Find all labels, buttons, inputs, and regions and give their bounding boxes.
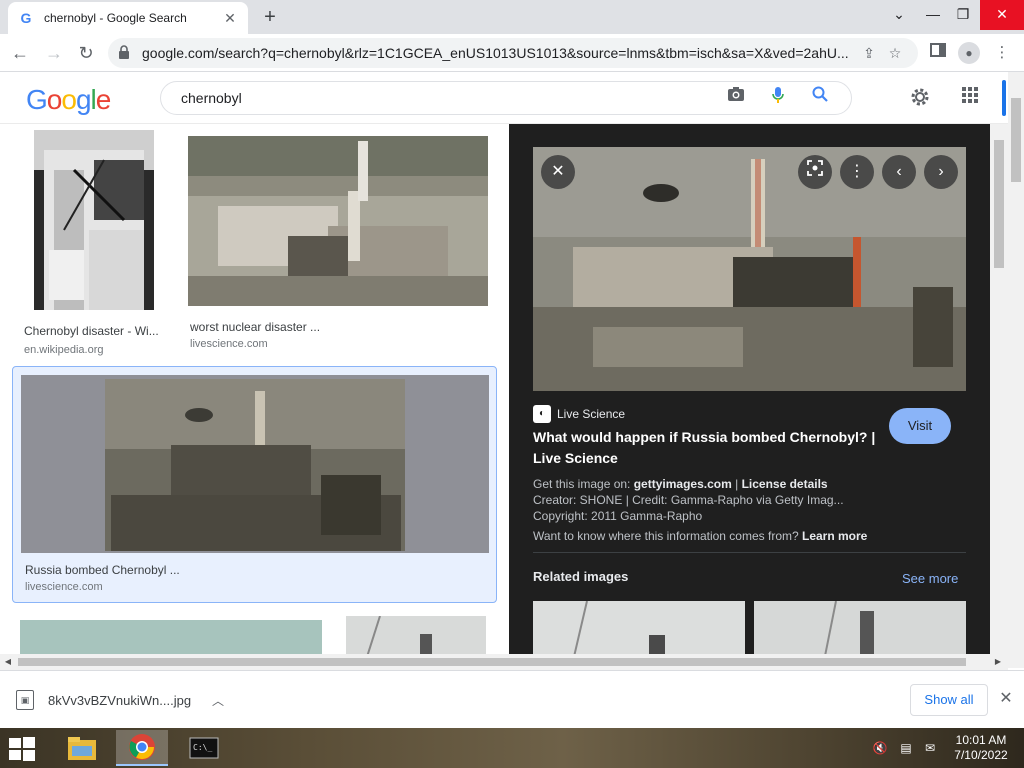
close-icon[interactable]: ✕ <box>996 689 1016 709</box>
system-clock[interactable]: 10:01 AM 7/10/2022 <box>944 733 1018 763</box>
chevron-right-icon[interactable]: › <box>924 155 958 189</box>
image-file-icon: ▣ <box>16 690 34 710</box>
camera-icon[interactable] <box>715 86 757 110</box>
browser-tab-active[interactable]: G chernobyl - Google Search ✕ <box>8 2 248 34</box>
chevron-up-icon[interactable]: ︿ <box>208 692 228 709</box>
related-image[interactable] <box>533 601 745 654</box>
lock-icon[interactable] <box>118 44 132 62</box>
download-bar: ▣ 8kVv3vBZVnukiWn....jpg ︿ Show all ✕ <box>0 670 1024 728</box>
result-source[interactable]: livescience.com <box>25 581 103 593</box>
visit-button[interactable]: Visit <box>889 408 951 444</box>
related-images-heading: Related images <box>533 569 629 584</box>
image-results-grid: Chernobyl disaster - Wi... en.wikipedia.… <box>0 124 508 654</box>
image-result[interactable]: Chernobyl disaster - Wi... en.wikipedia.… <box>20 130 168 356</box>
network-icon[interactable]: ▤ <box>898 740 914 756</box>
tab-title: chernobyl - Google Search <box>44 11 187 25</box>
preview-scrollbar-thumb[interactable] <box>994 140 1004 268</box>
preview-source-name: Live Science <box>557 407 626 421</box>
profile-avatar-icon[interactable]: ● <box>958 42 980 64</box>
page-scrollbar-thumb[interactable] <box>1011 98 1021 182</box>
chevron-down-icon[interactable]: ⌄ <box>882 0 916 30</box>
license-details-link[interactable]: License details <box>742 477 828 491</box>
result-title[interactable]: Russia bombed Chernobyl ... <box>25 563 485 577</box>
horizontal-scrollbar[interactable]: ◀ ▶ <box>0 654 1008 670</box>
chrome-icon[interactable] <box>116 730 168 766</box>
image-result[interactable] <box>20 620 322 654</box>
get-image-line: Get this image on: gettyimages.com | Lic… <box>533 477 828 491</box>
result-thumbnail[interactable] <box>34 130 154 310</box>
chevron-left-icon[interactable]: ‹ <box>882 155 916 189</box>
preview-source[interactable]: ◐ Live Science <box>533 405 625 423</box>
address-bar[interactable]: google.com/search?q=chernobyl&rlz=1C1GCE… <box>108 38 918 68</box>
related-image[interactable] <box>754 601 966 654</box>
result-source[interactable]: en.wikipedia.org <box>24 344 104 356</box>
action-center-icon[interactable]: ✉ <box>922 740 938 756</box>
image-preview-panel: ✕ ⋮ ‹ › ◐ Live Science What would happen… <box>509 124 990 654</box>
scroll-left-icon[interactable]: ◀ <box>0 654 16 670</box>
arrow-right-icon[interactable]: → <box>42 41 66 65</box>
result-thumbnail[interactable] <box>188 136 488 306</box>
preview-title[interactable]: What would happen if Russia bombed Chern… <box>533 427 883 469</box>
scroll-right-icon[interactable]: ▶ <box>990 654 1006 670</box>
result-title[interactable]: Chernobyl disaster - Wi... <box>24 324 164 338</box>
result-title[interactable]: worst nuclear disaster ... <box>190 320 480 334</box>
volume-muted-icon[interactable]: 🔇 <box>872 740 888 756</box>
browser-toolbar: ← → ↻ google.com/search?q=chernobyl&rlz=… <box>0 34 1024 72</box>
google-header: Google <box>0 72 1008 124</box>
image-result[interactable]: worst nuclear disaster ... livescience.c… <box>186 136 490 350</box>
close-icon[interactable]: ✕ <box>222 10 238 26</box>
more-vert-icon[interactable]: ⋮ <box>840 155 874 189</box>
show-all-button[interactable]: Show all <box>910 684 988 716</box>
windows-taskbar: C:\_ 🔇 ▤ ✉ 10:01 AM 7/10/2022 <box>0 728 1024 768</box>
creator-line: Creator: SHONE | Credit: Gamma-Rapho via… <box>533 493 844 507</box>
clock-date: 7/10/2022 <box>954 748 1008 762</box>
result-thumbnail[interactable] <box>21 375 489 553</box>
url-text: google.com/search?q=chernobyl&rlz=1C1GCE… <box>142 45 849 61</box>
window-close-icon[interactable]: ✕ <box>980 0 1024 30</box>
image-result[interactable] <box>346 616 486 654</box>
learn-more-link[interactable]: Learn more <box>802 529 867 543</box>
lens-search-icon[interactable] <box>798 155 832 189</box>
google-favicon-icon: G <box>20 10 32 26</box>
livescience-logo-icon: ◐ <box>533 405 551 423</box>
result-thumbnail[interactable] <box>346 616 486 654</box>
download-file-name: 8kVv3vBZVnukiWn....jpg <box>48 692 192 708</box>
search-box <box>160 81 852 115</box>
mic-icon[interactable] <box>757 86 799 110</box>
more-vert-icon[interactable]: ⋮ <box>990 41 1014 65</box>
windows-start-icon[interactable] <box>8 736 38 762</box>
tab-strip: G chernobyl - Google Search ✕ + ⌄ — ❐ ✕ <box>0 0 1024 34</box>
file-explorer-icon[interactable] <box>56 730 108 766</box>
divider <box>533 552 966 553</box>
horizontal-scrollbar-thumb[interactable] <box>18 658 966 666</box>
image-result-selected[interactable]: Russia bombed Chernobyl ... livescience.… <box>12 366 497 603</box>
restore-icon[interactable]: ❐ <box>946 0 980 30</box>
arrow-left-icon[interactable]: ← <box>8 41 32 65</box>
reload-icon[interactable]: ↻ <box>74 41 98 65</box>
copyright-line: Copyright: 2011 Gamma-Rapho <box>533 509 703 523</box>
command-prompt-icon[interactable]: C:\_ <box>178 730 230 766</box>
apps-grid-icon[interactable] <box>958 86 982 110</box>
google-logo[interactable]: Google <box>26 84 111 116</box>
close-icon[interactable]: ✕ <box>541 155 575 189</box>
search-icon[interactable] <box>799 86 841 110</box>
sign-in-edge[interactable] <box>1002 80 1006 116</box>
download-item[interactable]: ▣ 8kVv3vBZVnukiWn....jpg ︿ <box>8 677 236 723</box>
result-source[interactable]: livescience.com <box>190 338 268 350</box>
side-panel-icon[interactable] <box>926 41 950 65</box>
minimize-icon[interactable]: — <box>916 0 950 30</box>
bookmark-star-icon[interactable]: ☆ <box>882 45 908 62</box>
info-line: Want to know where this information come… <box>533 529 868 543</box>
page-scrollbar[interactable] <box>1008 72 1024 668</box>
gettyimages-link[interactable]: gettyimages.com <box>634 477 732 491</box>
result-thumbnail[interactable] <box>20 620 322 654</box>
plus-icon[interactable]: + <box>258 6 282 30</box>
gear-icon[interactable] <box>908 86 932 110</box>
preview-scrollbar[interactable] <box>990 124 1008 654</box>
svg-text:C:\_: C:\_ <box>193 743 212 752</box>
clock-time: 10:01 AM <box>955 733 1007 747</box>
share-icon[interactable]: ⇪ <box>856 45 882 62</box>
see-more-link[interactable]: See more <box>902 571 958 586</box>
search-input[interactable] <box>181 90 715 106</box>
